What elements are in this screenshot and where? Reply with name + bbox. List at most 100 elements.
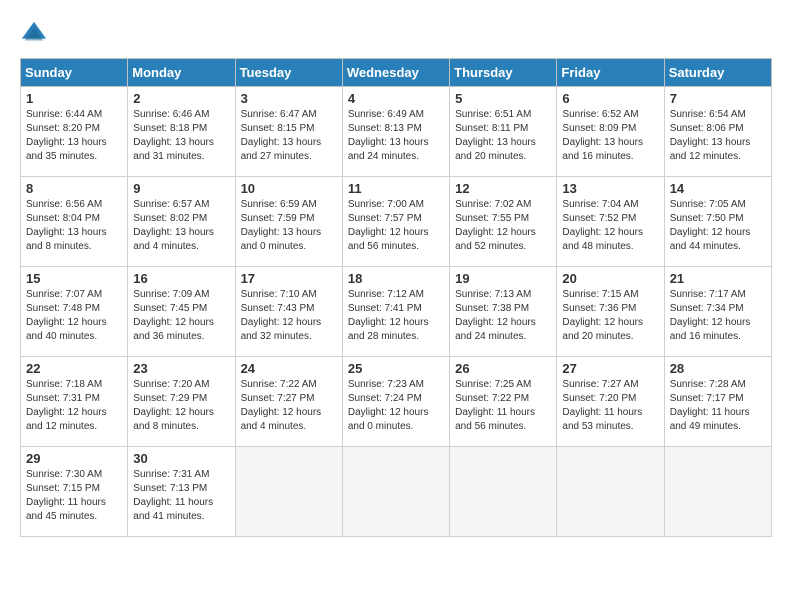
day-detail: Sunrise: 7:02 AMSunset: 7:55 PMDaylight:… <box>455 199 536 252</box>
table-row: 24 Sunrise: 7:22 AMSunset: 7:27 PMDaylig… <box>235 357 342 447</box>
day-number: 5 <box>455 91 551 106</box>
day-number: 16 <box>133 271 229 286</box>
table-row: 30 Sunrise: 7:31 AMSunset: 7:13 PMDaylig… <box>128 447 235 537</box>
day-number: 4 <box>348 91 444 106</box>
day-number: 21 <box>670 271 766 286</box>
calendar-week-row: 22 Sunrise: 7:18 AMSunset: 7:31 PMDaylig… <box>21 357 772 447</box>
table-row: 14 Sunrise: 7:05 AMSunset: 7:50 PMDaylig… <box>664 177 771 267</box>
day-number: 23 <box>133 361 229 376</box>
table-row: 17 Sunrise: 7:10 AMSunset: 7:43 PMDaylig… <box>235 267 342 357</box>
table-row: 4 Sunrise: 6:49 AMSunset: 8:13 PMDayligh… <box>342 87 449 177</box>
day-detail: Sunrise: 6:47 AMSunset: 8:15 PMDaylight:… <box>241 109 322 162</box>
table-row: 22 Sunrise: 7:18 AMSunset: 7:31 PMDaylig… <box>21 357 128 447</box>
day-detail: Sunrise: 7:13 AMSunset: 7:38 PMDaylight:… <box>455 289 536 342</box>
table-row: 28 Sunrise: 7:28 AMSunset: 7:17 PMDaylig… <box>664 357 771 447</box>
day-detail: Sunrise: 7:28 AMSunset: 7:17 PMDaylight:… <box>670 379 750 432</box>
table-row: 5 Sunrise: 6:51 AMSunset: 8:11 PMDayligh… <box>450 87 557 177</box>
day-number: 30 <box>133 451 229 466</box>
day-detail: Sunrise: 7:17 AMSunset: 7:34 PMDaylight:… <box>670 289 751 342</box>
calendar-week-row: 8 Sunrise: 6:56 AMSunset: 8:04 PMDayligh… <box>21 177 772 267</box>
table-row <box>235 447 342 537</box>
table-row: 13 Sunrise: 7:04 AMSunset: 7:52 PMDaylig… <box>557 177 664 267</box>
day-detail: Sunrise: 7:10 AMSunset: 7:43 PMDaylight:… <box>241 289 322 342</box>
day-detail: Sunrise: 6:56 AMSunset: 8:04 PMDaylight:… <box>26 199 107 252</box>
page-header <box>20 20 772 48</box>
table-row: 19 Sunrise: 7:13 AMSunset: 7:38 PMDaylig… <box>450 267 557 357</box>
header-tuesday: Tuesday <box>235 59 342 87</box>
day-detail: Sunrise: 6:52 AMSunset: 8:09 PMDaylight:… <box>562 109 643 162</box>
table-row <box>450 447 557 537</box>
day-number: 7 <box>670 91 766 106</box>
day-number: 24 <box>241 361 337 376</box>
day-detail: Sunrise: 6:57 AMSunset: 8:02 PMDaylight:… <box>133 199 214 252</box>
table-row: 3 Sunrise: 6:47 AMSunset: 8:15 PMDayligh… <box>235 87 342 177</box>
day-number: 20 <box>562 271 658 286</box>
logo <box>20 20 52 48</box>
table-row: 27 Sunrise: 7:27 AMSunset: 7:20 PMDaylig… <box>557 357 664 447</box>
day-number: 14 <box>670 181 766 196</box>
day-detail: Sunrise: 7:00 AMSunset: 7:57 PMDaylight:… <box>348 199 429 252</box>
day-detail: Sunrise: 6:54 AMSunset: 8:06 PMDaylight:… <box>670 109 751 162</box>
day-number: 27 <box>562 361 658 376</box>
table-row: 8 Sunrise: 6:56 AMSunset: 8:04 PMDayligh… <box>21 177 128 267</box>
day-detail: Sunrise: 6:46 AMSunset: 8:18 PMDaylight:… <box>133 109 214 162</box>
day-detail: Sunrise: 6:51 AMSunset: 8:11 PMDaylight:… <box>455 109 536 162</box>
table-row: 10 Sunrise: 6:59 AMSunset: 7:59 PMDaylig… <box>235 177 342 267</box>
day-detail: Sunrise: 7:18 AMSunset: 7:31 PMDaylight:… <box>26 379 107 432</box>
table-row: 6 Sunrise: 6:52 AMSunset: 8:09 PMDayligh… <box>557 87 664 177</box>
header-wednesday: Wednesday <box>342 59 449 87</box>
day-detail: Sunrise: 7:30 AMSunset: 7:15 PMDaylight:… <box>26 469 106 522</box>
day-detail: Sunrise: 7:23 AMSunset: 7:24 PMDaylight:… <box>348 379 429 432</box>
day-number: 8 <box>26 181 122 196</box>
day-detail: Sunrise: 7:04 AMSunset: 7:52 PMDaylight:… <box>562 199 643 252</box>
day-detail: Sunrise: 7:12 AMSunset: 7:41 PMDaylight:… <box>348 289 429 342</box>
table-row: 16 Sunrise: 7:09 AMSunset: 7:45 PMDaylig… <box>128 267 235 357</box>
table-row: 18 Sunrise: 7:12 AMSunset: 7:41 PMDaylig… <box>342 267 449 357</box>
calendar-table: Sunday Monday Tuesday Wednesday Thursday… <box>20 58 772 537</box>
day-number: 11 <box>348 181 444 196</box>
header-saturday: Saturday <box>664 59 771 87</box>
day-number: 2 <box>133 91 229 106</box>
day-detail: Sunrise: 7:15 AMSunset: 7:36 PMDaylight:… <box>562 289 643 342</box>
table-row <box>664 447 771 537</box>
day-number: 13 <box>562 181 658 196</box>
calendar-week-row: 1 Sunrise: 6:44 AMSunset: 8:20 PMDayligh… <box>21 87 772 177</box>
day-detail: Sunrise: 6:44 AMSunset: 8:20 PMDaylight:… <box>26 109 107 162</box>
table-row: 21 Sunrise: 7:17 AMSunset: 7:34 PMDaylig… <box>664 267 771 357</box>
day-detail: Sunrise: 6:49 AMSunset: 8:13 PMDaylight:… <box>348 109 429 162</box>
day-number: 1 <box>26 91 122 106</box>
day-number: 6 <box>562 91 658 106</box>
day-number: 10 <box>241 181 337 196</box>
day-detail: Sunrise: 7:22 AMSunset: 7:27 PMDaylight:… <box>241 379 322 432</box>
day-detail: Sunrise: 7:31 AMSunset: 7:13 PMDaylight:… <box>133 469 213 522</box>
header-thursday: Thursday <box>450 59 557 87</box>
header-friday: Friday <box>557 59 664 87</box>
day-number: 3 <box>241 91 337 106</box>
day-number: 28 <box>670 361 766 376</box>
calendar-week-row: 29 Sunrise: 7:30 AMSunset: 7:15 PMDaylig… <box>21 447 772 537</box>
day-number: 15 <box>26 271 122 286</box>
table-row: 2 Sunrise: 6:46 AMSunset: 8:18 PMDayligh… <box>128 87 235 177</box>
day-detail: Sunrise: 7:25 AMSunset: 7:22 PMDaylight:… <box>455 379 535 432</box>
weekday-header-row: Sunday Monday Tuesday Wednesday Thursday… <box>21 59 772 87</box>
table-row: 15 Sunrise: 7:07 AMSunset: 7:48 PMDaylig… <box>21 267 128 357</box>
table-row: 1 Sunrise: 6:44 AMSunset: 8:20 PMDayligh… <box>21 87 128 177</box>
day-number: 26 <box>455 361 551 376</box>
table-row: 11 Sunrise: 7:00 AMSunset: 7:57 PMDaylig… <box>342 177 449 267</box>
table-row: 23 Sunrise: 7:20 AMSunset: 7:29 PMDaylig… <box>128 357 235 447</box>
calendar-week-row: 15 Sunrise: 7:07 AMSunset: 7:48 PMDaylig… <box>21 267 772 357</box>
day-number: 17 <box>241 271 337 286</box>
day-detail: Sunrise: 6:59 AMSunset: 7:59 PMDaylight:… <box>241 199 322 252</box>
day-detail: Sunrise: 7:27 AMSunset: 7:20 PMDaylight:… <box>562 379 642 432</box>
table-row: 25 Sunrise: 7:23 AMSunset: 7:24 PMDaylig… <box>342 357 449 447</box>
table-row: 7 Sunrise: 6:54 AMSunset: 8:06 PMDayligh… <box>664 87 771 177</box>
day-detail: Sunrise: 7:20 AMSunset: 7:29 PMDaylight:… <box>133 379 214 432</box>
day-number: 19 <box>455 271 551 286</box>
day-number: 25 <box>348 361 444 376</box>
day-number: 12 <box>455 181 551 196</box>
table-row: 29 Sunrise: 7:30 AMSunset: 7:15 PMDaylig… <box>21 447 128 537</box>
day-number: 9 <box>133 181 229 196</box>
day-detail: Sunrise: 7:05 AMSunset: 7:50 PMDaylight:… <box>670 199 751 252</box>
table-row: 20 Sunrise: 7:15 AMSunset: 7:36 PMDaylig… <box>557 267 664 357</box>
header-sunday: Sunday <box>21 59 128 87</box>
